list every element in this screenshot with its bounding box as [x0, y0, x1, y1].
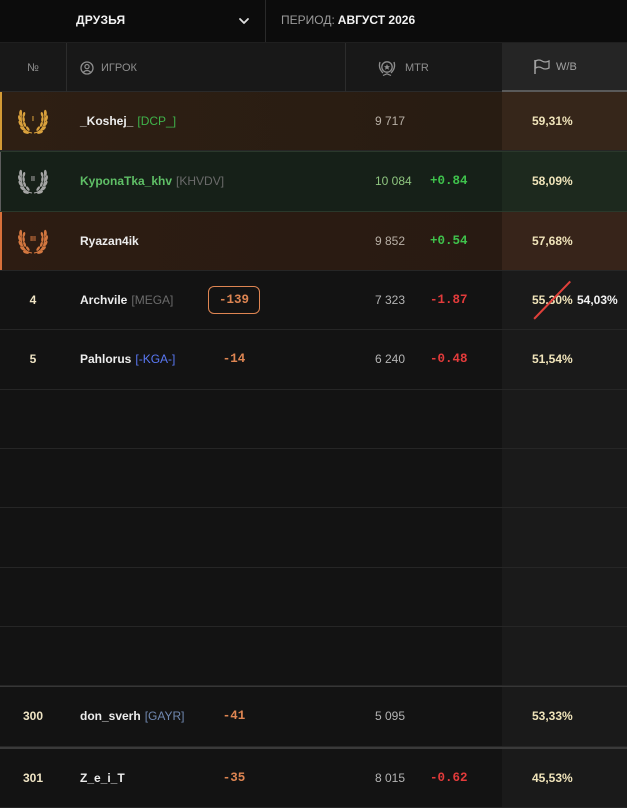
empty-row	[0, 508, 627, 568]
player-cell: Z_e_i_T	[80, 749, 129, 807]
mtr-delta: -0.48	[430, 352, 468, 367]
wb-cell-empty	[502, 567, 627, 626]
wb-cell-empty	[502, 626, 627, 686]
rank-cell: III	[0, 212, 66, 270]
player-cell: Archvile [MEGA]	[80, 271, 173, 329]
player-cell: don_sverh [GAYR]	[80, 687, 184, 745]
player-cell: KyponaTka_khv [KHVDV]	[80, 152, 224, 210]
clan-tag: [KHVDV]	[176, 174, 225, 189]
header-player[interactable]: ИГРОК	[80, 43, 137, 92]
player-cell: Pahlorus [-KGA-]	[80, 330, 175, 388]
player-name: Ryazan4ik	[80, 233, 139, 248]
mtr-value: 7 323	[375, 293, 406, 308]
mtr-delta: +0.54	[430, 233, 468, 248]
mtr-delta: +0.84	[430, 174, 468, 189]
medal: I	[17, 107, 49, 135]
mtr-value: 8 015	[375, 770, 406, 785]
player-name: Z_e_i_T	[80, 770, 125, 785]
rating-emblem-icon	[378, 60, 396, 76]
table-row[interactable]: I _Koshej_ [DCP_] 9 717 59,31%	[0, 92, 627, 152]
mtr-value: 9 717	[375, 114, 406, 129]
rank-number: 5	[29, 352, 37, 367]
empty-row	[0, 567, 627, 627]
medal-numeral: I	[32, 116, 34, 124]
wb-value: 53,33%	[502, 687, 627, 746]
chevron-down-icon	[239, 18, 249, 24]
wb-value: 51,54%	[502, 330, 627, 389]
medal: II	[17, 167, 49, 195]
header-wb[interactable]: W/B	[502, 43, 627, 92]
clan-tag: [DCP_]	[137, 114, 177, 129]
clan-tag: [-KGA-]	[135, 352, 176, 367]
header-mtr[interactable]: MTR	[376, 43, 429, 92]
player-cell: _Koshej_ [DCP_]	[80, 92, 176, 150]
empty-row	[0, 626, 627, 687]
mtr-delta: -1.87	[430, 293, 468, 308]
player-name: don_sverh	[80, 709, 141, 724]
wb-cell-empty	[502, 389, 627, 448]
table-row[interactable]: II KyponaTka_khv [KHVDV] 10 084 +0.84 58…	[0, 151, 627, 212]
mtr-delta: -0.62	[430, 770, 468, 785]
wb-previous-value: 55,30%	[532, 293, 573, 308]
flag-icon	[534, 58, 550, 74]
header-mtr-label: MTR	[405, 61, 429, 74]
wb-value: 54,03%	[577, 293, 618, 308]
player-name: Pahlorus	[80, 352, 132, 367]
filter-label: ДРУЗЬЯ	[76, 13, 126, 27]
player-cell: Ryazan4ik	[80, 212, 143, 270]
header-divider	[66, 43, 67, 92]
position-delta: -35	[222, 770, 246, 785]
top-bar: ДРУЗЬЯ ПЕРИОД: АВГУСТ 2026	[0, 0, 627, 42]
player-name: _Koshej_	[80, 114, 134, 129]
period-selector[interactable]: ПЕРИОД: АВГУСТ 2026	[281, 13, 415, 27]
position-delta: -14	[222, 352, 246, 367]
table-row[interactable]: III Ryazan4ik 9 852 +0.54 57,68%	[0, 211, 627, 271]
position-delta-cell: -139	[204, 271, 264, 329]
clan-tag: [MEGA]	[131, 293, 174, 308]
clan-tag: [GAYR]	[144, 709, 185, 724]
player-name: KyponaTka_khv	[80, 174, 173, 189]
wb-value: 58,09%	[502, 152, 627, 211]
leaderboard-table: I _Koshej_ [DCP_] 9 717 59,31% II Kypona…	[0, 92, 627, 808]
header-divider	[345, 43, 346, 92]
medal-numeral: II	[31, 176, 35, 184]
table-header: № ИГРОК MTR W/B	[0, 42, 627, 92]
header-wb-label: W/B	[556, 60, 577, 73]
wb-cell-empty	[502, 448, 627, 508]
wb-value: 45,53%	[502, 748, 627, 807]
empty-row	[0, 448, 627, 509]
medal-numeral: III	[30, 235, 36, 243]
table-row[interactable]: 301 Z_e_i_T -35 8 015 -0.62 45,53%	[0, 746, 627, 808]
wb-cell-empty	[502, 508, 627, 567]
empty-row	[0, 389, 627, 449]
rank-number: 300	[22, 709, 44, 724]
mtr-value: 5 095	[375, 709, 406, 724]
header-rank[interactable]: №	[0, 43, 66, 92]
medal: III	[17, 227, 49, 255]
table-row[interactable]: 4 Archvile [MEGA] -139 7 323 -1.87 55,30…	[0, 270, 627, 331]
rank-number: 4	[29, 293, 37, 308]
friends-filter-dropdown[interactable]: ДРУЗЬЯ	[0, 0, 265, 42]
header-rank-label: №	[27, 61, 39, 74]
rank-number: 301	[22, 770, 44, 785]
player-name: Archvile	[80, 293, 128, 308]
period-label: ПЕРИОД:	[281, 13, 335, 27]
rank-cell: II	[0, 152, 66, 210]
header-player-label: ИГРОК	[101, 61, 137, 74]
rank-cell: I	[0, 92, 66, 150]
position-delta-badge: -139	[207, 286, 260, 315]
mtr-value: 9 852	[375, 233, 406, 248]
mtr-value: 10 084	[375, 174, 412, 189]
topbar-divider	[265, 0, 266, 42]
mtr-value: 6 240	[375, 352, 406, 367]
table-row[interactable]: 5 Pahlorus [-KGA-] -14 6 240 -0.48 51,54…	[0, 330, 627, 390]
wb-value: 57,68%	[502, 211, 627, 270]
period-value: АВГУСТ 2026	[337, 13, 416, 27]
wb-value: 59,31%	[502, 92, 627, 151]
table-row[interactable]: 300 don_sverh [GAYR] -41 5 095 53,33%	[0, 686, 627, 747]
user-circle-icon	[80, 60, 94, 75]
position-delta: -41	[222, 709, 246, 724]
